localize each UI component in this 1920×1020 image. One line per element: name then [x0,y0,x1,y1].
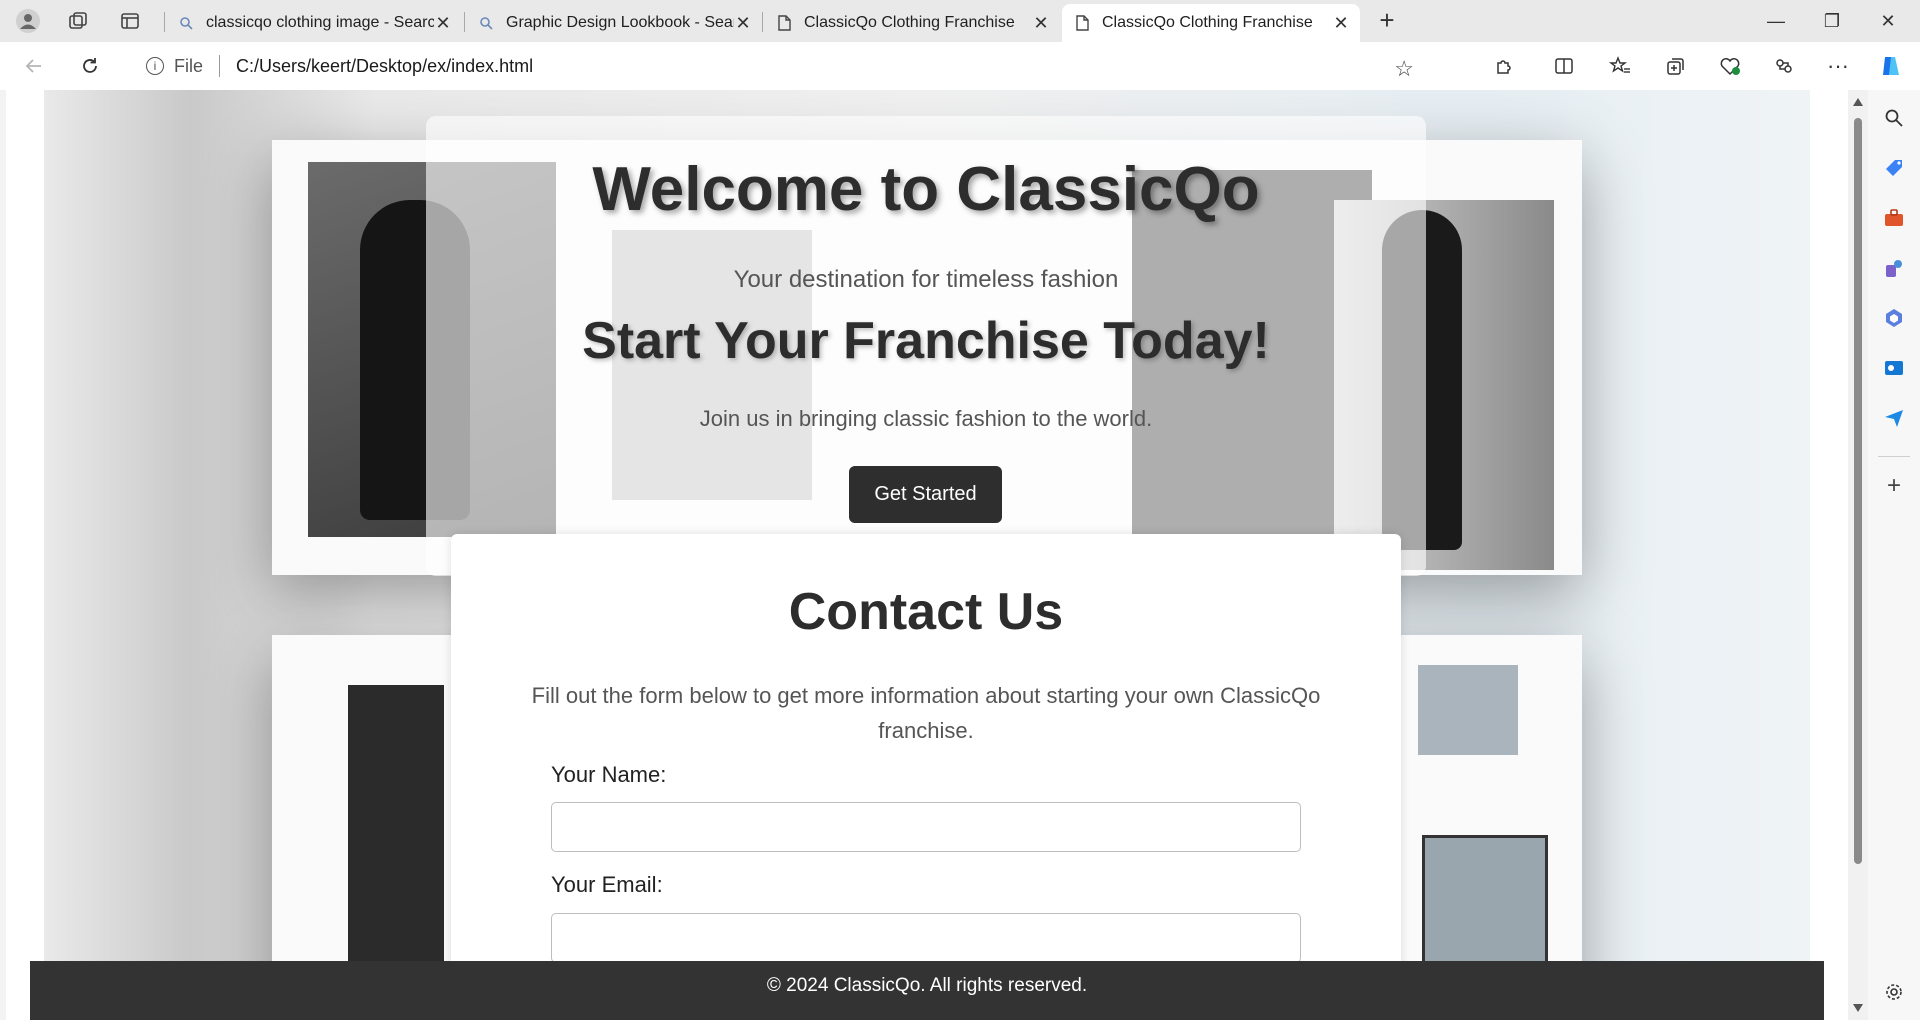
contact-section: Contact Us Fill out the form below to ge… [451,534,1401,1020]
sidebar-divider [1878,456,1910,457]
tab-separator [762,12,763,32]
page-viewport: Welcome to ClassicQo Your destination fo… [6,90,1848,1020]
address-divider [219,55,221,77]
page-icon [1074,15,1090,31]
scroll-down-arrow-icon[interactable] [1853,1004,1863,1012]
tab-title: Graphic Design Lookbook - Search [506,14,734,31]
send-icon[interactable] [1882,406,1906,430]
browser-essentials-icon[interactable] [1716,52,1744,80]
hero-tagline: Your destination for timeless fashion [733,266,1119,293]
contact-title: Contact Us [788,583,1064,641]
tab-title: classicqo clothing image - Search [206,14,434,31]
search-icon [478,15,494,31]
page-side-band [1810,90,1848,1020]
extensions-icon[interactable] [1490,52,1518,80]
page-footer: © 2024 ClassicQo. All rights reserved. [30,961,1824,1020]
scrollbar-thumb[interactable] [1854,118,1862,864]
collections-icon[interactable] [1662,52,1690,80]
refresh-icon[interactable] [76,52,104,80]
hero-section: Welcome to ClassicQo Your destination fo… [426,116,1426,576]
page-icon [776,15,792,31]
tab-classicqo-active[interactable]: ClassicQo Clothing Franchise ✕ [1062,4,1360,42]
scroll-up-arrow-icon[interactable] [1853,98,1863,106]
search-icon[interactable] [1882,106,1906,130]
model-photo [1418,665,1518,755]
profile-icon[interactable] [14,8,42,34]
minimize-button[interactable]: — [1748,6,1804,36]
new-tab-button[interactable]: + [1372,7,1402,34]
search-icon [178,15,194,31]
games-icon[interactable] [1882,256,1906,280]
browser-tab-strip: classicqo clothing image - Search ✕ Grap… [0,0,1920,42]
info-icon[interactable]: i [146,57,164,75]
close-tab-icon[interactable]: ✕ [1332,13,1350,34]
hero-headline: Start Your Franchise Today! [582,312,1270,370]
vertical-tabs-icon[interactable] [116,8,144,34]
email-field[interactable] [551,913,1301,963]
restore-button[interactable]: ❐ [1804,6,1860,36]
outlook-icon[interactable] [1882,356,1906,380]
tab-classicqo-1[interactable]: ClassicQo Clothing Franchise ✕ [764,4,1060,42]
get-started-button[interactable]: Get Started [849,466,1002,523]
close-tab-icon[interactable]: ✕ [434,13,452,34]
page-scrollbar[interactable] [1848,90,1868,1020]
browser-toolbar: i File C:/Users/keert/Desktop/ex/index.h… [0,42,1920,90]
microsoft-365-icon[interactable] [1882,306,1906,330]
page-title: Welcome to ClassicQo [592,155,1260,224]
copilot-icon[interactable] [1878,52,1906,80]
scheme-label: File [174,55,204,76]
tab-search-lookbook[interactable]: Graphic Design Lookbook - Search ✕ [466,4,762,42]
tab-title: ClassicQo Clothing Franchise [1102,14,1313,31]
email-label: Your Email: [551,872,663,897]
close-window-button[interactable]: ✕ [1860,6,1916,36]
tab-search-classicqo[interactable]: classicqo clothing image - Search ✕ [166,4,462,42]
page-side-band [6,90,44,1020]
name-label: Your Name: [551,762,667,787]
edge-sidebar: + [1868,90,1920,1020]
copilot-tool-icon[interactable] [1770,52,1798,80]
address-bar[interactable]: i File C:/Users/keert/Desktop/ex/index.h… [124,48,1432,84]
add-sidebar-app-icon[interactable]: + [1882,472,1906,499]
name-field[interactable] [551,802,1301,852]
tab-separator [164,12,165,32]
contact-lead: Fill out the form below to get more info… [531,683,1321,743]
shopping-tag-icon[interactable] [1882,156,1906,180]
more-options-icon[interactable]: ··· [1824,52,1852,80]
tab-separator [464,12,465,32]
workspaces-icon[interactable] [64,8,92,34]
tab-title: ClassicQo Clothing Franchise [804,14,1015,31]
back-icon[interactable] [20,52,48,80]
gear-icon[interactable] [1882,980,1906,1004]
split-screen-icon[interactable] [1550,52,1578,80]
close-tab-icon[interactable]: ✕ [734,13,752,34]
favorite-star-icon[interactable]: ☆ [1394,56,1414,82]
favorites-icon[interactable] [1606,52,1634,80]
hero-subtext: Join us in bringing classic fashion to t… [699,406,1153,431]
url-text[interactable]: C:/Users/keert/Desktop/ex/index.html [236,56,533,77]
tools-briefcase-icon[interactable] [1882,206,1906,230]
close-tab-icon[interactable]: ✕ [1032,13,1050,34]
